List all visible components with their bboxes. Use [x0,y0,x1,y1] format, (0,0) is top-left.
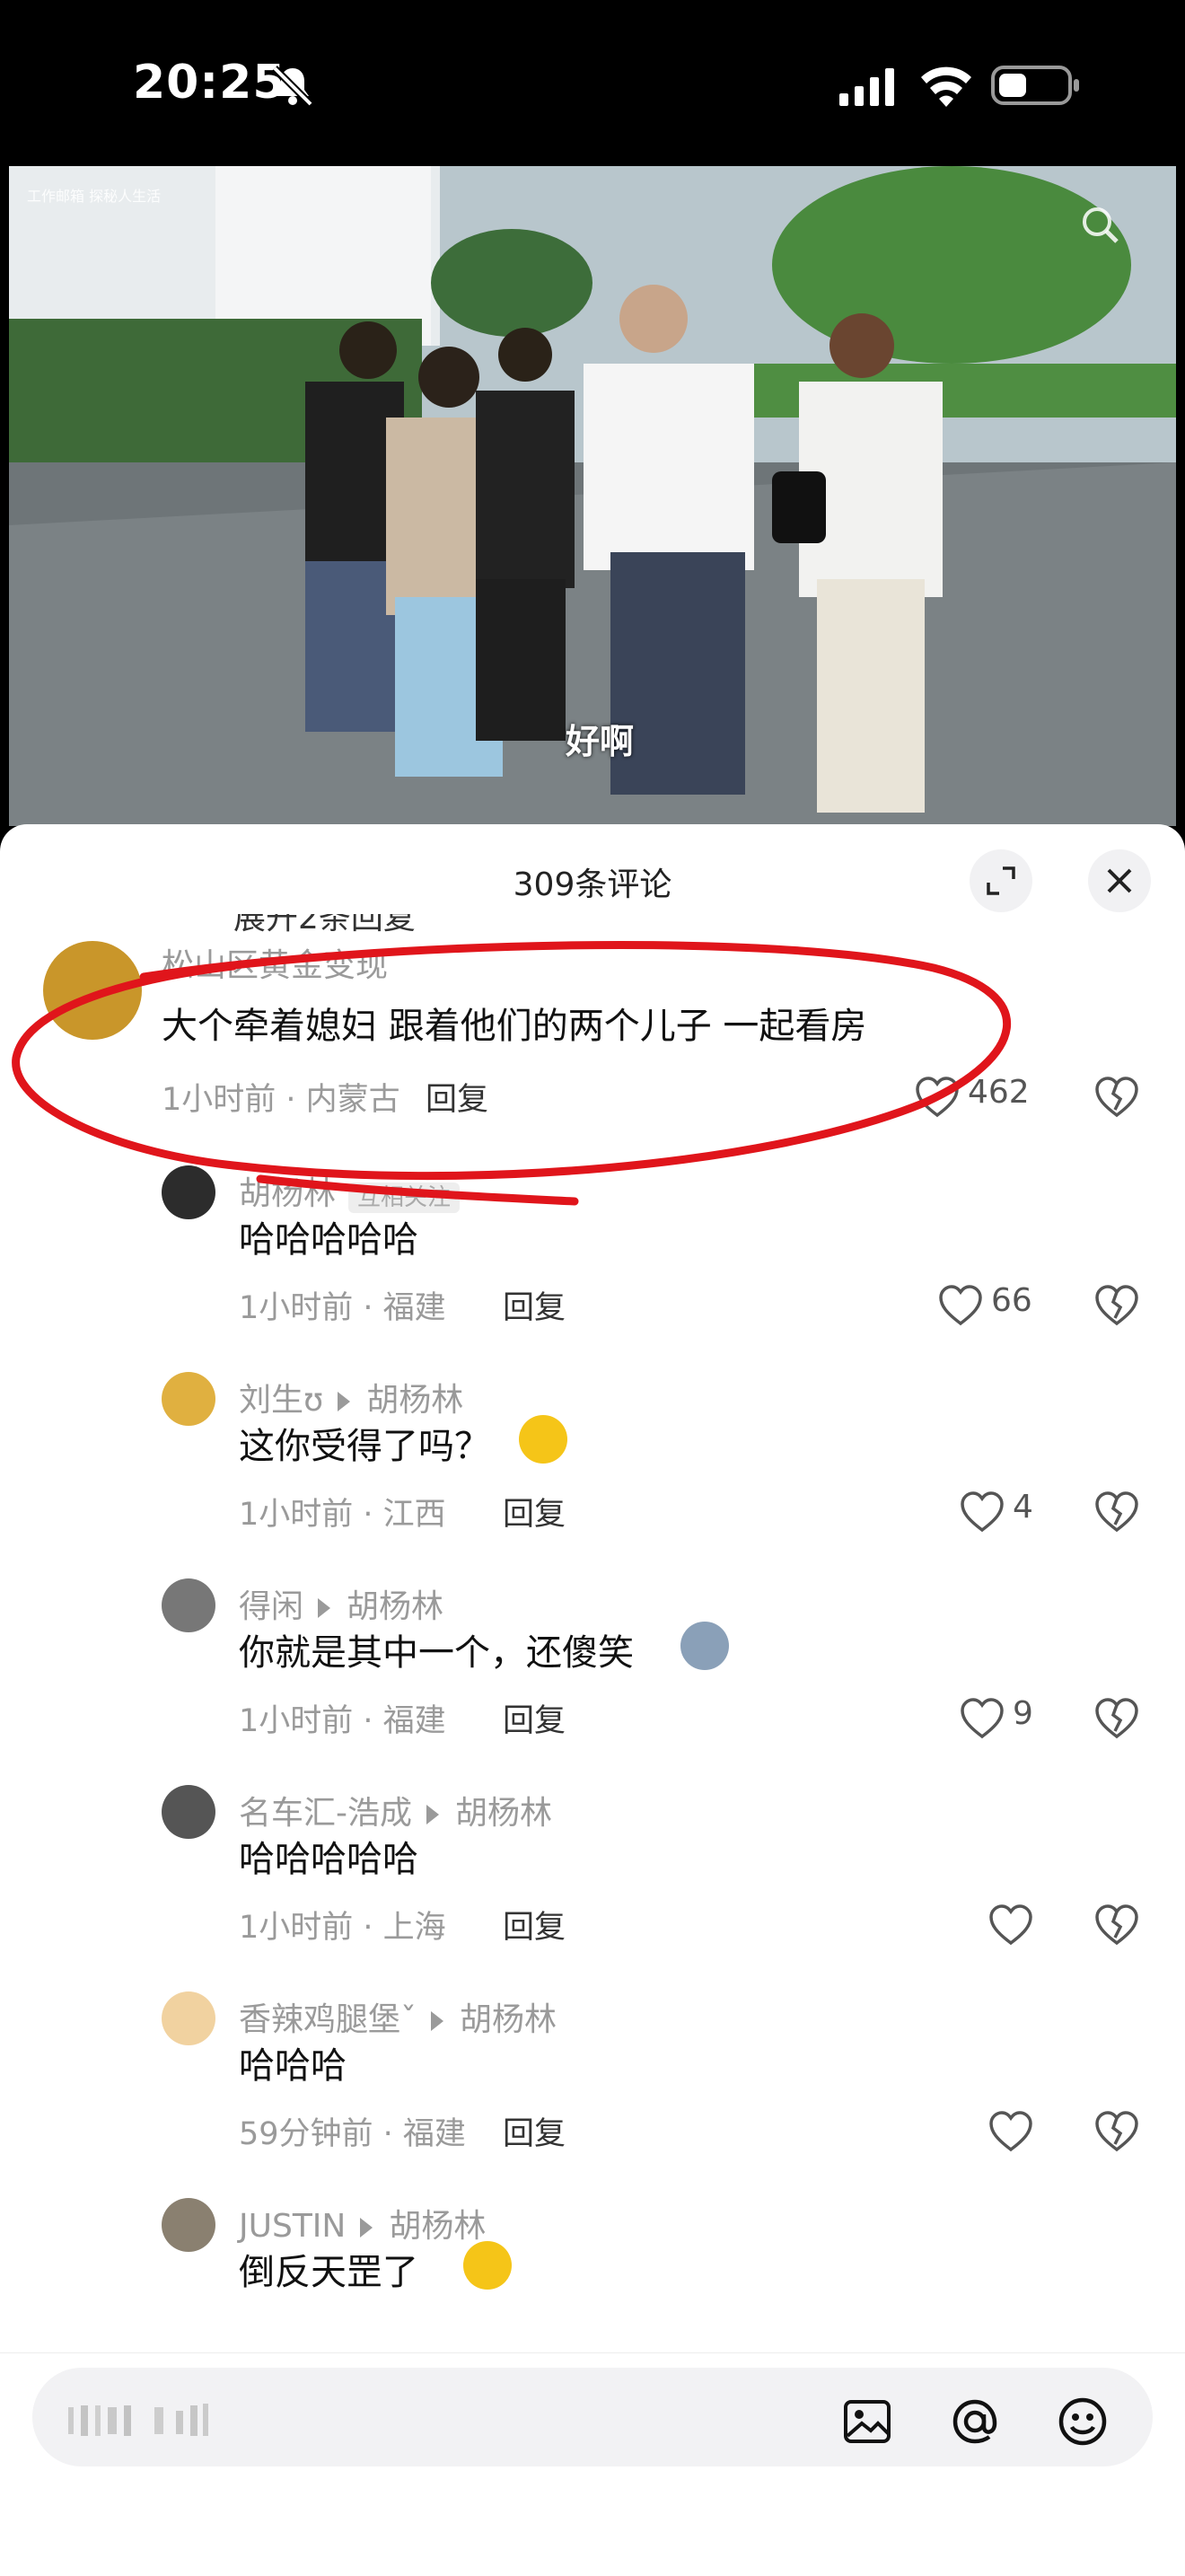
reply-target[interactable]: 胡杨林 [455,1795,552,1832]
like-count: 462 [968,1074,1030,1111]
avatar[interactable] [162,1785,215,1839]
dislike-icon[interactable] [1093,2110,1140,2153]
expand-icon [987,866,1015,895]
comment-meta: 1小时前 · 福建 [239,1290,446,1326]
comment-meta: 1小时前 · 福建 [239,1703,446,1739]
emoji-icon[interactable] [1056,2395,1110,2449]
username-text: 松山区黄金变现 [162,947,389,984]
reply-button[interactable]: 回复 [503,1902,566,1947]
like-count: 4 [1013,1489,1033,1525]
avatar[interactable] [162,1578,215,1632]
username-text: 胡杨林 [239,1175,337,1212]
avatar[interactable] [43,941,142,1040]
reply-button[interactable]: 回复 [503,1695,566,1741]
like-icon[interactable] [959,1490,1005,1534]
username-text: 名车汇-浩成 [239,1795,412,1832]
comment-meta: 59分钟前 · 福建 [239,2116,466,2152]
comment-username[interactable]: 刘生ʊ 胡杨林 [239,1374,463,1420]
username-text: 得闲 [239,1588,304,1625]
reply-arrow-icon [338,1392,351,1411]
comment-username[interactable]: 松山区黄金变现 [162,939,388,986]
comment-text: 倒反天罡了 [239,2252,418,2293]
comment-username[interactable]: 胡杨林 互相关注 [239,1167,461,1214]
comment-username[interactable]: 香辣鸡腿堡ˇ 胡杨林 [239,1993,557,2040]
username-text: 香辣鸡腿堡ˇ [239,2001,417,2038]
search-icon[interactable] [1077,202,1122,247]
status-time: 20:25 [133,56,286,110]
like-icon[interactable] [988,2110,1034,2153]
reply-arrow-icon [431,2011,444,2031]
avatar[interactable] [162,2198,215,2252]
comment-text: 哈哈哈 [239,2045,347,2087]
reply-button[interactable]: 回复 [426,1074,488,1120]
comment-text: 大个牵着媳妇 跟着他们的两个儿子 一起看房 [162,1006,867,1047]
cellular-signal-icon [839,68,894,106]
input-placeholder-blurred [68,2404,208,2436]
expand-button[interactable] [970,849,1032,912]
close-button[interactable] [1088,849,1151,912]
like-count: 66 [991,1282,1032,1319]
like-icon[interactable] [959,1697,1005,1740]
dislike-icon[interactable] [1093,1490,1140,1534]
battery-icon [991,66,1079,105]
username-text: 刘生ʊ [239,1382,324,1419]
at-icon[interactable] [948,2395,1002,2449]
dislike-icon[interactable] [1093,1284,1140,1327]
video-watermark: 工作邮箱 探秘人生活 [27,188,162,205]
wifi-icon [921,66,971,107]
reply-arrow-icon [426,1805,439,1824]
username-text: JUSTIN [239,2208,347,2245]
video-player[interactable]: 工作邮箱 探秘人生活 好啊 [9,166,1176,826]
like-icon[interactable] [988,1903,1034,1947]
comment-meta: 1小时前 · 内蒙古 [162,1082,400,1118]
mutual-follow-badge: 互相关注 [348,1182,461,1213]
reply-arrow-icon [318,1598,331,1618]
grin-sweat-emoji-icon [463,2241,512,2290]
reply-button[interactable]: 回复 [503,2108,566,2154]
comment-text: 你就是其中一个，还傻笑 [239,1632,634,1674]
reply-arrow-icon [360,2218,373,2238]
cat-emoji-icon [680,1622,729,1670]
comments-sheet: 309条评论 展开2条回复 松山区黄金变现 大个牵着媳妇 跟着他们的两个儿子 一起… [0,824,1185,2575]
avatar[interactable] [162,1372,215,1426]
comment-username[interactable]: JUSTIN 胡杨林 [239,2200,486,2246]
close-icon [1107,868,1132,893]
like-icon[interactable] [937,1284,984,1327]
video-subtitle: 好啊 [566,722,635,761]
like-count: 9 [1013,1695,1033,1732]
comment-text: 哈哈哈哈哈 [239,1839,418,1880]
reply-button[interactable]: 回复 [503,1489,566,1534]
dislike-icon[interactable] [1093,1903,1140,1947]
comment-meta: 1小时前 · 上海 [239,1910,446,1946]
comment-username[interactable]: 名车汇-浩成 胡杨林 [239,1787,552,1833]
comment-text: 这你受得了吗？ [239,1426,490,1467]
comment-meta: 1小时前 · 江西 [239,1497,446,1533]
comment-text: 哈哈哈哈哈 [239,1219,418,1261]
expand-replies-link[interactable]: 展开2条回复 [233,914,416,937]
like-icon[interactable] [914,1076,961,1119]
reply-target[interactable]: 胡杨林 [347,1588,443,1625]
silent-bell-icon [272,66,313,107]
grin-sweat-emoji-icon [519,1415,567,1464]
status-bar: 20:25 [0,0,1185,166]
avatar[interactable] [162,1991,215,2045]
reply-target[interactable]: 胡杨林 [366,1382,463,1419]
dislike-icon[interactable] [1093,1697,1140,1740]
reply-target[interactable]: 胡杨林 [460,2001,557,2038]
dislike-icon[interactable] [1093,1076,1140,1119]
comment-input[interactable] [32,2368,1153,2466]
comment-username[interactable]: 得闲 胡杨林 [239,1580,443,1627]
reply-button[interactable]: 回复 [503,1282,566,1328]
reply-target[interactable]: 胡杨林 [389,2208,486,2245]
avatar[interactable] [162,1165,215,1219]
comment-input-area [0,2352,1185,2576]
image-icon[interactable] [840,2395,894,2449]
